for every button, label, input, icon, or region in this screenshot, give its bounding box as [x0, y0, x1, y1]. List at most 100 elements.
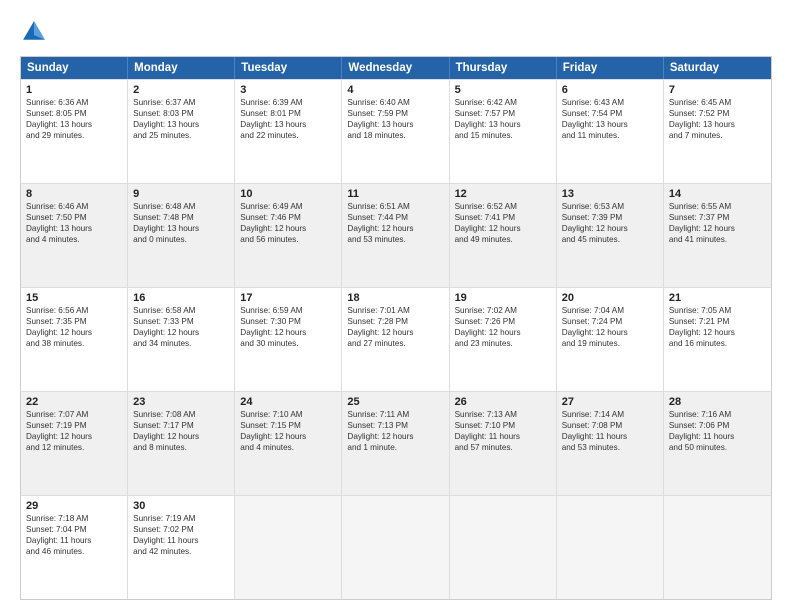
cell-info-line: Daylight: 13 hours	[133, 223, 229, 234]
calendar-cell: 26Sunrise: 7:13 AMSunset: 7:10 PMDayligh…	[450, 392, 557, 495]
cell-info-line: Sunrise: 6:46 AM	[26, 201, 122, 212]
day-number: 21	[669, 292, 766, 304]
weekday-header: Saturday	[664, 57, 771, 79]
cell-info-line: Daylight: 12 hours	[455, 223, 551, 234]
weekday-header: Thursday	[450, 57, 557, 79]
cell-info-line: Sunrise: 6:52 AM	[455, 201, 551, 212]
cell-info-line: and 45 minutes.	[562, 234, 658, 245]
cell-info-line: and 18 minutes.	[347, 130, 443, 141]
calendar-cell: 7Sunrise: 6:45 AMSunset: 7:52 PMDaylight…	[664, 80, 771, 183]
cell-info-line: Sunrise: 6:49 AM	[240, 201, 336, 212]
cell-info-line: and 12 minutes.	[26, 442, 122, 453]
cell-info-line: Daylight: 12 hours	[240, 431, 336, 442]
cell-info-line: Sunset: 7:17 PM	[133, 420, 229, 431]
day-number: 26	[455, 396, 551, 408]
calendar-cell: 29Sunrise: 7:18 AMSunset: 7:04 PMDayligh…	[21, 496, 128, 599]
cell-info-line: Sunrise: 6:48 AM	[133, 201, 229, 212]
cell-info-line: and 34 minutes.	[133, 338, 229, 349]
calendar-cell: 25Sunrise: 7:11 AMSunset: 7:13 PMDayligh…	[342, 392, 449, 495]
cell-info-line: Daylight: 13 hours	[455, 119, 551, 130]
cell-info-line: Sunrise: 6:51 AM	[347, 201, 443, 212]
calendar-cell: 11Sunrise: 6:51 AMSunset: 7:44 PMDayligh…	[342, 184, 449, 287]
calendar-row: 15Sunrise: 6:56 AMSunset: 7:35 PMDayligh…	[21, 287, 771, 391]
cell-info-line: and 8 minutes.	[133, 442, 229, 453]
cell-info-line: Sunrise: 6:36 AM	[26, 97, 122, 108]
cell-info-line: and 49 minutes.	[455, 234, 551, 245]
day-number: 14	[669, 188, 766, 200]
cell-info-line: Sunset: 7:41 PM	[455, 212, 551, 223]
calendar-cell: 4Sunrise: 6:40 AMSunset: 7:59 PMDaylight…	[342, 80, 449, 183]
cell-info-line: Sunset: 7:28 PM	[347, 316, 443, 327]
weekday-header: Tuesday	[235, 57, 342, 79]
cell-info-line: and 22 minutes.	[240, 130, 336, 141]
cell-info-line: and 4 minutes.	[240, 442, 336, 453]
cell-info-line: Daylight: 13 hours	[133, 119, 229, 130]
day-number: 7	[669, 84, 766, 96]
cell-info-line: Daylight: 13 hours	[26, 223, 122, 234]
day-number: 6	[562, 84, 658, 96]
cell-info-line: Sunrise: 6:39 AM	[240, 97, 336, 108]
cell-info-line: and 15 minutes.	[455, 130, 551, 141]
logo-icon	[20, 18, 48, 46]
calendar-cell: 19Sunrise: 7:02 AMSunset: 7:26 PMDayligh…	[450, 288, 557, 391]
calendar-cell: 10Sunrise: 6:49 AMSunset: 7:46 PMDayligh…	[235, 184, 342, 287]
cell-info-line: Daylight: 12 hours	[455, 327, 551, 338]
cell-info-line: Sunrise: 7:10 AM	[240, 409, 336, 420]
cell-info-line: Daylight: 12 hours	[26, 431, 122, 442]
weekday-header: Sunday	[21, 57, 128, 79]
cell-info-line: Daylight: 12 hours	[562, 223, 658, 234]
calendar: SundayMondayTuesdayWednesdayThursdayFrid…	[20, 56, 772, 600]
cell-info-line: Daylight: 11 hours	[26, 535, 122, 546]
cell-info-line: Sunset: 7:30 PM	[240, 316, 336, 327]
day-number: 9	[133, 188, 229, 200]
cell-info-line: and 11 minutes.	[562, 130, 658, 141]
cell-info-line: Sunset: 8:03 PM	[133, 108, 229, 119]
calendar-cell: 13Sunrise: 6:53 AMSunset: 7:39 PMDayligh…	[557, 184, 664, 287]
cell-info-line: Sunset: 7:33 PM	[133, 316, 229, 327]
cell-info-line: Daylight: 12 hours	[347, 327, 443, 338]
cell-info-line: Sunset: 8:01 PM	[240, 108, 336, 119]
cell-info-line: Sunrise: 6:37 AM	[133, 97, 229, 108]
cell-info-line: and 53 minutes.	[562, 442, 658, 453]
cell-info-line: and 1 minute.	[347, 442, 443, 453]
cell-info-line: Sunrise: 6:45 AM	[669, 97, 766, 108]
calendar-cell: 20Sunrise: 7:04 AMSunset: 7:24 PMDayligh…	[557, 288, 664, 391]
cell-info-line: and 27 minutes.	[347, 338, 443, 349]
cell-info-line: Sunset: 7:24 PM	[562, 316, 658, 327]
cell-info-line: Sunrise: 6:53 AM	[562, 201, 658, 212]
day-number: 4	[347, 84, 443, 96]
header	[20, 18, 772, 46]
cell-info-line: Sunrise: 6:40 AM	[347, 97, 443, 108]
page: SundayMondayTuesdayWednesdayThursdayFrid…	[0, 0, 792, 612]
cell-info-line: and 0 minutes.	[133, 234, 229, 245]
cell-info-line: Sunrise: 7:04 AM	[562, 305, 658, 316]
calendar-cell: 9Sunrise: 6:48 AMSunset: 7:48 PMDaylight…	[128, 184, 235, 287]
cell-info-line: Sunset: 7:35 PM	[26, 316, 122, 327]
calendar-row: 1Sunrise: 6:36 AMSunset: 8:05 PMDaylight…	[21, 79, 771, 183]
calendar-cell: 14Sunrise: 6:55 AMSunset: 7:37 PMDayligh…	[664, 184, 771, 287]
cell-info-line: Sunrise: 7:02 AM	[455, 305, 551, 316]
cell-info-line: and 4 minutes.	[26, 234, 122, 245]
cell-info-line: Sunrise: 7:18 AM	[26, 513, 122, 524]
cell-info-line: Sunset: 7:50 PM	[26, 212, 122, 223]
day-number: 25	[347, 396, 443, 408]
cell-info-line: Daylight: 12 hours	[562, 327, 658, 338]
cell-info-line: Sunset: 7:04 PM	[26, 524, 122, 535]
calendar-cell: 15Sunrise: 6:56 AMSunset: 7:35 PMDayligh…	[21, 288, 128, 391]
cell-info-line: and 57 minutes.	[455, 442, 551, 453]
cell-info-line: Sunrise: 6:59 AM	[240, 305, 336, 316]
cell-info-line: Sunset: 8:05 PM	[26, 108, 122, 119]
cell-info-line: and 42 minutes.	[133, 546, 229, 557]
calendar-cell	[557, 496, 664, 599]
calendar-cell: 6Sunrise: 6:43 AMSunset: 7:54 PMDaylight…	[557, 80, 664, 183]
day-number: 10	[240, 188, 336, 200]
calendar-body: 1Sunrise: 6:36 AMSunset: 8:05 PMDaylight…	[21, 79, 771, 599]
cell-info-line: Daylight: 12 hours	[26, 327, 122, 338]
calendar-cell: 24Sunrise: 7:10 AMSunset: 7:15 PMDayligh…	[235, 392, 342, 495]
weekday-header: Monday	[128, 57, 235, 79]
cell-info-line: Sunrise: 6:42 AM	[455, 97, 551, 108]
day-number: 12	[455, 188, 551, 200]
cell-info-line: Sunrise: 7:13 AM	[455, 409, 551, 420]
weekday-header: Wednesday	[342, 57, 449, 79]
cell-info-line: and 7 minutes.	[669, 130, 766, 141]
